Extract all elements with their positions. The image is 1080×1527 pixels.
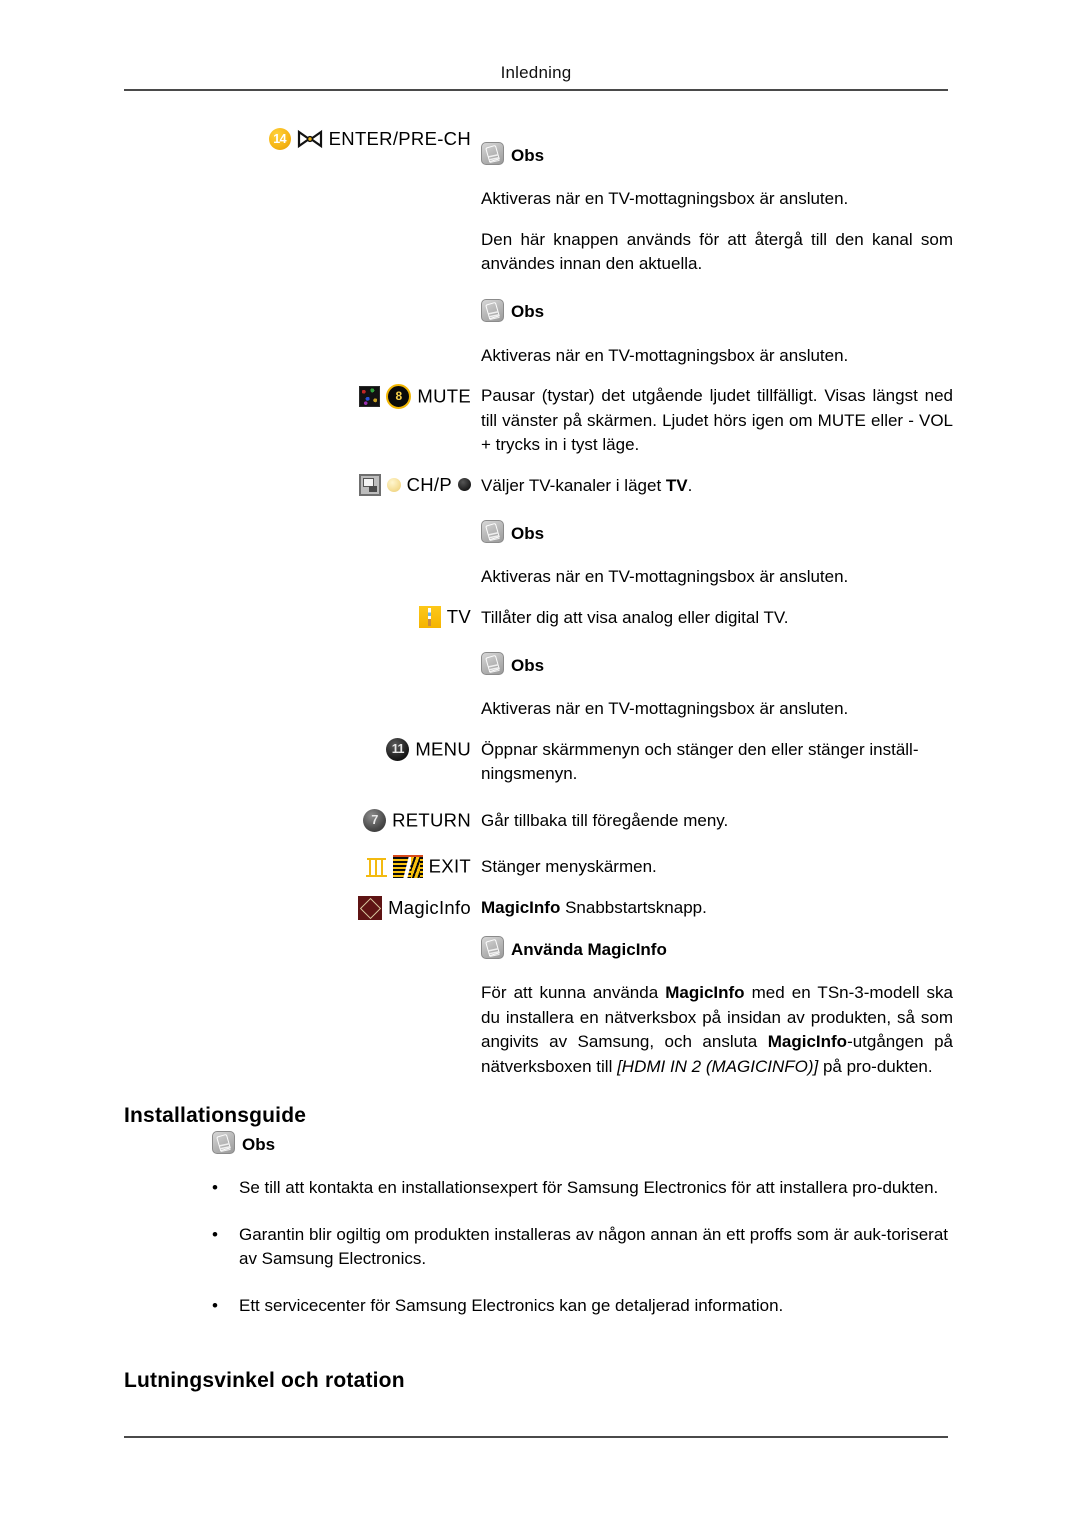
paragraph: Aktiveras när en TV-mottagningsbox är an… bbox=[481, 567, 849, 586]
row-label-mute: MUTE bbox=[417, 385, 471, 407]
list-item: • Garantin blir ogiltig om produkten ins… bbox=[212, 1223, 948, 1272]
row-desc-cell-magicinfo: MagicInfo Snabbstartsknapp. Använda Magi… bbox=[481, 896, 953, 1080]
row-label-menu: MENU bbox=[415, 738, 471, 759]
note-label: Använda MagicInfo bbox=[511, 939, 667, 959]
table-row: 8 MUTE Pausar (tystar) det utgående ljude… bbox=[124, 384, 953, 458]
table-row: CH/P Väljer TV-kanaler i läget TV. Obs A… bbox=[124, 473, 948, 590]
table-row: TV Tillåter dig att visa analog eller di… bbox=[124, 605, 948, 722]
row-desc-cell-ch-p: Väljer TV-kanaler i läget TV. Obs Aktive… bbox=[481, 474, 953, 590]
paragraph: Aktiveras när en TV-mottagningsbox är an… bbox=[481, 189, 849, 208]
table-row: 7 RETURN Går tillbaka till föregående men… bbox=[124, 808, 948, 834]
table-row: MagicInfo MagicInfo Snabbstartsknapp. An… bbox=[124, 895, 953, 1080]
list-item-text: Se till att kontakta en installationsexp… bbox=[239, 1178, 939, 1197]
row-desc-cell-exit: Stänger menyskärmen. bbox=[481, 855, 953, 880]
monitor-square-icon bbox=[358, 473, 381, 496]
note-heading: Obs bbox=[481, 142, 953, 165]
row-desc-cell-tv: Tillåter dig att visa analog eller digit… bbox=[481, 606, 953, 722]
page-heading-lutningsvinkel: Lutningsvinkel och rotation bbox=[124, 1369, 405, 1393]
paragraph: Aktiveras när en TV-mottagningsbox är an… bbox=[481, 345, 849, 365]
bullet-marker: • bbox=[212, 1178, 218, 1197]
row-label-ch-p: CH/P bbox=[406, 473, 452, 495]
table-row: 14 ENTER/PRE-CH Obs Aktiveras när en TV-m… bbox=[124, 128, 953, 368]
magicinfo-diamond-icon bbox=[358, 895, 383, 920]
bullet-marker: • bbox=[212, 1295, 218, 1315]
document-page: Inledning 14 ENTER/PRE-CH Obs Aktiveras n… bbox=[0, 0, 1080, 1527]
paragraph: Aktiveras när en TV-mottagningsbox är an… bbox=[481, 699, 849, 718]
note-pen-icon bbox=[481, 142, 504, 165]
note-label: Obs bbox=[511, 145, 545, 165]
list-item-text: Ett servicecenter för Samsung Electronic… bbox=[239, 1295, 784, 1315]
row-icon-cell-magicinfo: MagicInfo bbox=[124, 895, 481, 920]
row-label-magicinfo: MagicInfo bbox=[388, 896, 471, 918]
note-pen-icon bbox=[481, 652, 504, 675]
list-item: • Ett servicecenter för Samsung Electron… bbox=[212, 1294, 948, 1319]
bullet-marker: • bbox=[212, 1224, 218, 1244]
note-label: Obs bbox=[511, 655, 545, 675]
paragraph: Stänger menyskärmen. bbox=[481, 857, 657, 876]
row-icon-cell-return: 7 RETURN bbox=[124, 808, 481, 832]
row-icon-cell-menu: 11 MENU bbox=[124, 737, 481, 761]
row-icon-cell-tv: TV bbox=[124, 605, 481, 628]
tv-square-icon bbox=[418, 605, 441, 628]
row-desc-cell-mute: Pausar (tystar) det utgående ljudet till… bbox=[481, 384, 953, 458]
paragraph: MagicInfo Snabbstartsknapp. bbox=[481, 897, 707, 917]
striped-book-icon bbox=[392, 855, 423, 878]
row-desc-cell-enter-pre-ch: Obs Aktiveras när en TV-mottagningsbox ä… bbox=[481, 128, 953, 368]
note-heading: Obs bbox=[212, 1131, 275, 1154]
pillar-icon bbox=[365, 856, 387, 877]
paragraph: För att kunna använda MagicInfo med en T… bbox=[481, 983, 954, 1076]
noise-thumbnail-icon bbox=[359, 386, 381, 407]
badge-11-icon: 11 bbox=[386, 737, 410, 761]
note-pen-icon bbox=[481, 936, 504, 959]
page-heading-installationsguide: Installationsguide bbox=[124, 1104, 307, 1128]
row-label-exit: EXIT bbox=[428, 855, 471, 877]
note-label: Obs bbox=[511, 523, 545, 543]
bowtie-icon bbox=[297, 129, 323, 149]
row-label-enter-pre-ch: ENTER/PRE-CH bbox=[328, 128, 471, 149]
paragraph: Väljer TV-kanaler i läget TV. bbox=[481, 475, 693, 495]
row-icon-cell-mute: 8 MUTE bbox=[124, 384, 481, 409]
row-icon-cell-exit: EXIT bbox=[124, 855, 481, 878]
note-heading: Obs bbox=[481, 298, 953, 322]
paragraph: Öppnar skärmmenyn och stänger den eller … bbox=[481, 739, 919, 784]
table-row: 11 MENU Öppnar skärmmenyn och stänger den… bbox=[124, 737, 948, 787]
note-pen-icon bbox=[481, 298, 504, 322]
note-label: Obs bbox=[511, 302, 545, 321]
header-rule bbox=[124, 89, 948, 91]
running-head: Inledning bbox=[500, 63, 572, 82]
note-pen-icon bbox=[212, 1131, 235, 1154]
note-heading: Obs bbox=[481, 520, 953, 543]
mute-disc-icon: 8 bbox=[386, 384, 412, 409]
note-pen-icon bbox=[481, 520, 504, 543]
note-label: Obs bbox=[242, 1134, 276, 1154]
paragraph: Går tillbaka till föregående meny. bbox=[481, 810, 729, 830]
remote-button-table: 14 ENTER/PRE-CH Obs Aktiveras när en TV-m… bbox=[124, 128, 953, 1080]
row-label-tv: TV bbox=[446, 605, 471, 627]
badge-7-icon: 7 bbox=[363, 808, 387, 832]
row-desc-cell-menu: Öppnar skärmmenyn och stänger den eller … bbox=[481, 738, 953, 787]
pale-dot-icon bbox=[386, 477, 401, 492]
note-heading: Använda MagicInfo bbox=[481, 936, 953, 959]
row-icon-cell-ch-p: CH/P bbox=[124, 473, 481, 496]
installation-bullet-list: • Se till att kontakta en installationse… bbox=[212, 1176, 948, 1340]
row-desc-cell-return: Går tillbaka till föregående meny. bbox=[481, 809, 953, 834]
badge-14-icon: 14 bbox=[268, 128, 291, 150]
row-label-return: RETURN bbox=[392, 809, 471, 830]
paragraph: Tillåter dig att visa analog eller digit… bbox=[481, 607, 789, 627]
paragraph: Den här knappen används för att återgå t… bbox=[481, 229, 953, 274]
list-item-text: Garantin blir ogiltig om produkten insta… bbox=[239, 1224, 948, 1269]
table-row: EXIT Stänger menyskärmen. bbox=[124, 855, 948, 880]
dark-dot-icon bbox=[458, 478, 471, 491]
paragraph: Pausar (tystar) det utgående ljudet till… bbox=[481, 386, 953, 454]
row-icon-cell-enter-pre-ch: 14 ENTER/PRE-CH bbox=[124, 128, 481, 150]
note-heading: Obs bbox=[481, 652, 953, 675]
list-item: • Se till att kontakta en installationse… bbox=[212, 1176, 948, 1201]
footer-rule bbox=[124, 1436, 948, 1438]
